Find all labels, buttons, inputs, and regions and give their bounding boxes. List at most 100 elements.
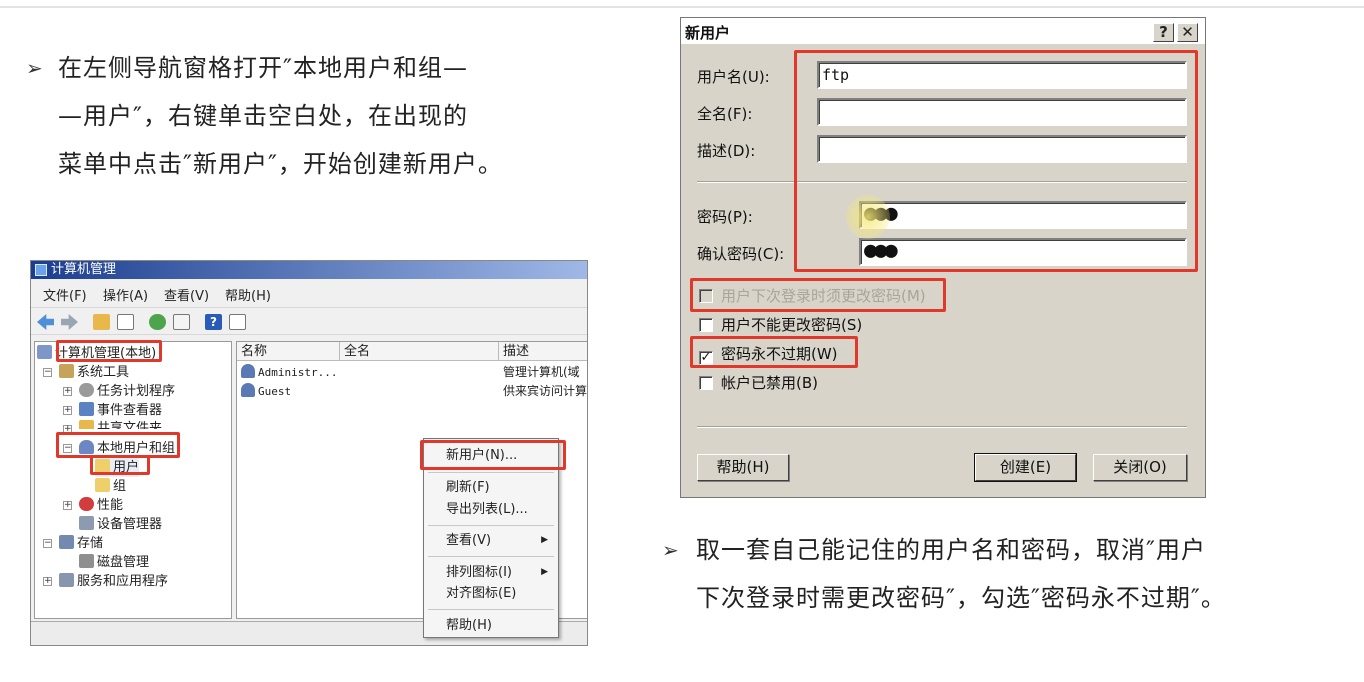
tree-item-shared-folders[interactable]: 共享文件夹 <box>79 419 162 429</box>
confirm-password-mask: ●●● <box>864 238 898 263</box>
tree-item-device-manager[interactable]: 设备管理器 <box>79 515 162 534</box>
submenu-arrow-icon: ▶ <box>541 567 548 577</box>
menu-item-export-list[interactable]: 导出列表(L)... <box>446 500 528 519</box>
menu-item-help[interactable]: 帮助(H) <box>446 616 492 635</box>
create-button[interactable]: 创建(E) <box>974 453 1077 482</box>
menu-item-view[interactable]: 查看(V) ▶ <box>446 531 554 550</box>
storage-icon <box>59 535 74 549</box>
username-field[interactable]: ftp <box>817 61 1187 89</box>
checkbox-box <box>699 318 713 332</box>
bullet-arrow-icon: ➢ <box>26 56 43 80</box>
properties-icon[interactable] <box>229 314 246 330</box>
expand-toggle[interactable]: + <box>43 577 52 586</box>
column-header-name[interactable]: 名称 <box>237 342 340 361</box>
menu-help[interactable]: 帮助(H) <box>225 285 271 304</box>
column-header-description[interactable]: 描述 <box>499 342 587 361</box>
close-icon[interactable]: ✕ <box>1177 23 1198 42</box>
device-manager-icon <box>79 516 94 530</box>
dialog-title: 新用户 <box>685 24 731 42</box>
help-icon[interactable]: ? <box>205 314 222 330</box>
menu-separator <box>428 609 554 610</box>
context-menu: 新用户(N)... 刷新(F) 导出列表(L)... 查看(V) ▶ 排列图标(… <box>423 438 559 638</box>
tree-item-disk-management[interactable]: 磁盘管理 <box>79 553 149 572</box>
confirm-password-label: 确认密码(C): <box>697 245 785 263</box>
checkbox-box <box>699 289 713 303</box>
checkbox-box <box>699 376 713 390</box>
menu-item-refresh[interactable]: 刷新(F) <box>446 478 490 497</box>
column-header-fullname[interactable]: 全名 <box>340 342 499 361</box>
password-field[interactable]: ●●● <box>859 201 1187 229</box>
disk-icon <box>79 554 94 568</box>
tree-item-computer-management[interactable]: 计算机管理(本地) <box>37 344 156 363</box>
menu-separator <box>428 525 554 526</box>
computer-management-icon <box>35 264 47 276</box>
shared-folder-icon <box>79 420 94 429</box>
tree-item-performance[interactable]: 性能 <box>79 496 123 515</box>
menu-view[interactable]: 查看(V) <box>164 285 209 304</box>
collapse-toggle[interactable]: − <box>43 539 52 548</box>
cursor-highlight <box>846 195 890 239</box>
tree-item-services-applications[interactable]: 服务和应用程序 <box>59 572 168 591</box>
expand-toggle[interactable]: + <box>63 387 72 396</box>
menu-item-new-user[interactable]: 新用户(N)... <box>446 446 517 465</box>
tree-item-event-viewer[interactable]: 事件查看器 <box>79 401 162 420</box>
up-folder-icon[interactable] <box>93 314 110 330</box>
tree-item-task-scheduler[interactable]: 任务计划程序 <box>79 382 175 401</box>
tree-item-groups[interactable]: 组 <box>95 477 126 496</box>
toolbar: ? <box>31 307 587 335</box>
dialog-titlebar: 新用户 ? ✕ <box>681 18 1205 44</box>
menu-bar: 文件(F) 操作(A) 查看(V) 帮助(H) <box>31 281 587 305</box>
folder-icon <box>95 478 110 492</box>
must-change-password-checkbox[interactable]: 用户下次登录时须更改密码(M) <box>699 286 926 306</box>
tree-item-storage[interactable]: 存储 <box>59 534 103 553</box>
password-never-expires-checkbox[interactable]: ✓ 密码永不过期(W) <box>699 344 838 365</box>
tools-icon <box>59 364 74 378</box>
show-hide-tree-icon[interactable] <box>117 314 134 330</box>
collapse-toggle[interactable]: − <box>63 444 72 453</box>
back-arrow-icon[interactable] <box>37 314 54 330</box>
tree-item-system-tools[interactable]: 系统工具 <box>59 363 129 382</box>
tree-item-local-users-groups[interactable]: 本地用户和组 <box>79 439 175 458</box>
instruction-line: 菜单中点击″新用户″，开始创建新用户。 <box>58 150 503 178</box>
services-icon <box>59 573 74 587</box>
window-titlebar: 计算机管理 <box>31 261 587 279</box>
description-field[interactable] <box>817 135 1187 163</box>
help-icon[interactable]: ? <box>1153 23 1174 42</box>
submenu-arrow-icon: ▶ <box>541 535 548 545</box>
top-divider <box>0 6 1364 8</box>
forward-arrow-icon[interactable] <box>61 314 78 330</box>
close-button[interactable]: 关闭(O) <box>1093 454 1187 481</box>
menu-item-line-up-icons[interactable]: 对齐图标(E) <box>446 584 516 603</box>
expand-toggle[interactable]: + <box>63 425 72 434</box>
table-row[interactable]: Administr... 管理计算机(域 <box>241 363 586 382</box>
refresh-icon[interactable] <box>149 314 166 330</box>
clock-icon <box>79 383 94 397</box>
menu-separator <box>428 556 554 557</box>
account-disabled-checkbox[interactable]: 帐户已禁用(B) <box>699 373 818 393</box>
cannot-change-password-checkbox[interactable]: 用户不能更改密码(S) <box>699 315 862 335</box>
collapse-toggle[interactable]: − <box>43 368 52 377</box>
table-row[interactable]: Guest 供来宾访问计算 <box>241 382 587 401</box>
username-label: 用户名(U): <box>697 68 770 86</box>
menu-file[interactable]: 文件(F) <box>43 285 87 304</box>
menu-action[interactable]: 操作(A) <box>103 285 148 304</box>
confirm-password-field[interactable]: ●●● <box>859 238 1187 266</box>
help-button[interactable]: 帮助(H) <box>697 454 789 481</box>
checkmark-icon: ✓ <box>699 350 713 365</box>
expand-toggle[interactable]: + <box>63 501 72 510</box>
event-viewer-icon <box>79 402 94 416</box>
tree-item-users[interactable]: 用户 <box>95 458 140 477</box>
menu-item-arrange-icons[interactable]: 排列图标(I) ▶ <box>446 563 554 582</box>
folder-icon <box>95 459 110 473</box>
window-title: 计算机管理 <box>51 262 117 277</box>
new-user-dialog: 新用户 ? ✕ 用户名(U): ftp 全名(F): 描述(D): 密码(P):… <box>680 17 1206 498</box>
fullname-field[interactable] <box>817 98 1187 126</box>
user-icon <box>241 364 255 378</box>
expand-toggle[interactable]: + <box>63 406 72 415</box>
export-list-icon[interactable] <box>173 314 190 330</box>
fullname-label: 全名(F): <box>697 105 753 123</box>
divider <box>697 181 1187 183</box>
performance-icon <box>79 497 94 511</box>
users-group-icon <box>79 440 94 454</box>
instruction-line: 在左侧导航窗格打开″本地用户和组— <box>58 54 468 82</box>
